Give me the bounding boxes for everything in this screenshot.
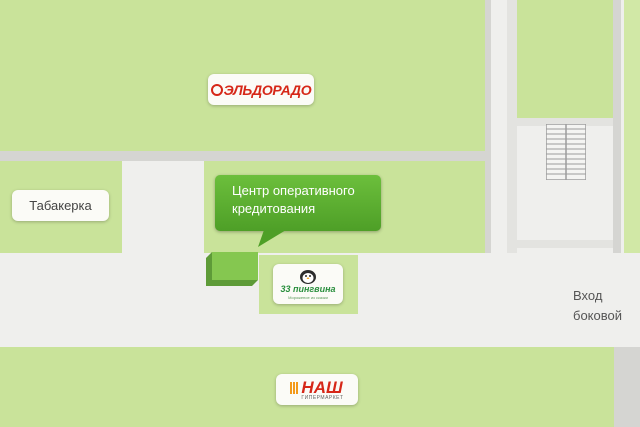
store-label-33-pingvina[interactable]: 33 пингвина Мороженое из сказки [273, 264, 343, 304]
eldorado-logo-text: ЭЛЬДОРАДО [223, 81, 312, 98]
nash-logo: НАШ ГИПЕРМАРКЕТ [290, 379, 343, 401]
nash-logo-text: НАШ [301, 377, 343, 397]
penguin-icon [300, 270, 316, 284]
pingvin-logo [298, 268, 318, 284]
bottom-right-wall [614, 347, 640, 427]
pingvin-tagline: Мороженое из сказки [288, 295, 328, 300]
callout-credit-center[interactable]: Центр оперативного кредитования [215, 175, 381, 231]
divider-wall [0, 151, 485, 161]
right-wall-5 [517, 240, 613, 248]
mall-floor-map: ЭЛЬДОРАДО Табакерка Центр оперативного к… [0, 0, 640, 427]
store-label-tabakerka[interactable]: Табакерка [12, 190, 109, 221]
stairs-icon [546, 124, 586, 180]
right-wall-2 [507, 0, 517, 253]
location-marker[interactable] [206, 252, 258, 286]
eldorado-logo: ЭЛЬДОРАДО [210, 81, 312, 98]
callout-text: Центр оперативного кредитования [232, 183, 355, 216]
right-wall-1 [485, 0, 491, 253]
nash-stripes-icon [290, 381, 300, 394]
nash-sub-text: ГИПЕРМАРКЕТ [301, 394, 344, 401]
pingvin-logo-text: 33 пингвина [280, 284, 336, 294]
entrance-label[interactable]: Вход боковой [573, 286, 622, 326]
eldorado-logo-mark-icon [210, 83, 223, 96]
entrance-line-1: Вход [573, 288, 603, 303]
zone-upper-right[interactable] [517, 0, 613, 118]
callout-pointer-icon [258, 230, 286, 247]
entrance-line-2: боковой [573, 308, 622, 323]
tabakerka-label-text: Табакерка [29, 198, 92, 213]
store-label-nash[interactable]: НАШ ГИПЕРМАРКЕТ [276, 374, 358, 405]
right-wall-3 [613, 0, 621, 253]
store-label-eldorado[interactable]: ЭЛЬДОРАДО [208, 74, 314, 105]
zone-right-edge [624, 0, 640, 253]
